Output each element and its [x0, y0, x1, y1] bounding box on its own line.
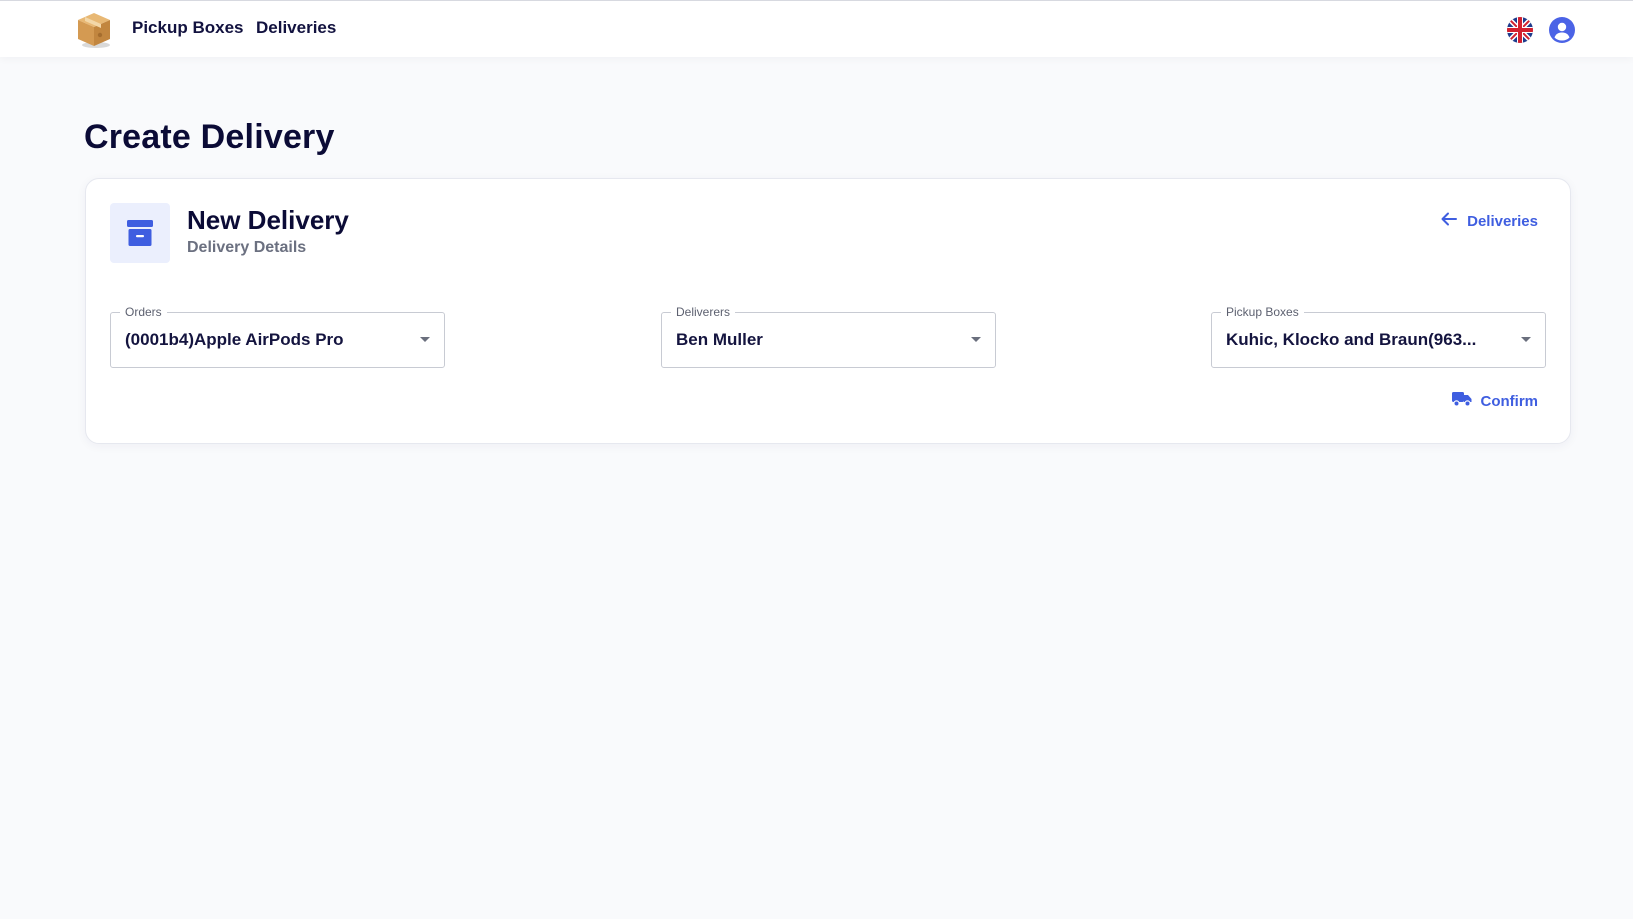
page-title: Create Delivery — [84, 118, 335, 156]
confirm-button[interactable]: Confirm — [1451, 391, 1539, 411]
uk-flag-icon[interactable] — [1507, 17, 1533, 43]
pickup-boxes-label: Pickup Boxes — [1221, 304, 1304, 320]
new-delivery-card: New Delivery Delivery Details Deliveries… — [85, 178, 1571, 444]
package-box-icon[interactable] — [74, 10, 114, 50]
orders-select[interactable]: Orders (0001b4)Apple AirPods Pro — [110, 304, 445, 368]
user-circle-icon[interactable] — [1549, 17, 1575, 43]
chevron-down-icon — [971, 337, 981, 342]
deliverers-select[interactable]: Deliverers Ben Muller — [661, 304, 996, 368]
orders-value: (0001b4)Apple AirPods Pro — [125, 330, 344, 349]
deliverers-label: Deliverers — [671, 304, 736, 320]
arrow-left-icon — [1441, 212, 1458, 230]
pickup-boxes-value: Kuhic, Klocko and Braun(963... — [1226, 330, 1477, 349]
deliverers-value: Ben Muller — [676, 330, 763, 349]
nav-deliveries-link[interactable]: Deliveries — [256, 18, 336, 38]
chevron-down-icon — [1521, 337, 1531, 342]
nav-pickup-boxes-link[interactable]: Pickup Boxes — [132, 18, 244, 38]
card-subtitle: Delivery Details — [187, 239, 307, 256]
truck-icon — [1451, 391, 1472, 411]
top-navbar: Pickup Boxes Deliveries — [0, 0, 1633, 57]
archive-box-icon — [110, 203, 170, 263]
back-to-deliveries-link[interactable]: Deliveries — [1441, 212, 1538, 230]
confirm-label: Confirm — [1480, 392, 1539, 410]
card-title: New Delivery — [187, 205, 349, 235]
chevron-down-icon — [420, 337, 430, 342]
pickup-boxes-select[interactable]: Pickup Boxes Kuhic, Klocko and Braun(963… — [1211, 304, 1546, 368]
back-link-label: Deliveries — [1467, 212, 1538, 230]
orders-label: Orders — [120, 304, 167, 320]
